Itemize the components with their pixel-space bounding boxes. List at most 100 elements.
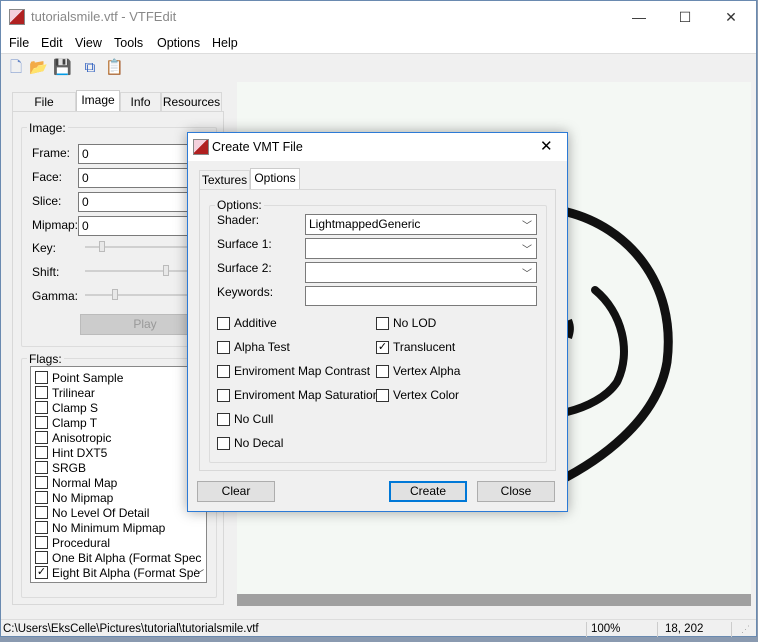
checkbox[interactable] <box>35 476 48 489</box>
tab-options[interactable]: Options <box>250 168 300 190</box>
clear-button[interactable]: Clear <box>197 481 275 502</box>
flag-label: Anisotropic <box>52 430 112 445</box>
flag-label: Eight Bit Alpha (Format Spe <box>52 565 201 580</box>
status-bar: C:\Users\EksCelle\Pictures\tutorial\tuto… <box>1 619 756 638</box>
close-dialog-button[interactable]: Close <box>477 481 555 502</box>
menu-edit[interactable]: Edit <box>41 36 63 50</box>
surface1-combobox[interactable]: ﹀ <box>305 238 537 259</box>
flag-no-level-of-detail[interactable]: No Level Of Detail <box>35 505 149 520</box>
checkbox[interactable] <box>217 316 230 330</box>
menu-view[interactable]: View <box>75 36 102 50</box>
flag-clamp-t[interactable]: Clamp T <box>35 415 97 430</box>
flag-no-mipmap[interactable]: No Mipmap <box>35 490 113 505</box>
checkbox[interactable] <box>35 416 48 429</box>
tab-file-system[interactable]: File System <box>12 92 76 127</box>
checkbox[interactable] <box>217 340 230 354</box>
checkbox[interactable] <box>35 536 48 549</box>
flag-procedural[interactable]: Procedural <box>35 535 110 550</box>
checkbox[interactable] <box>35 386 48 399</box>
option-enviroment-map-saturation[interactable]: Enviroment Map Saturation <box>217 388 379 402</box>
tab-info[interactable]: Info <box>120 92 161 112</box>
option-vertex-color[interactable]: Vertex Color <box>376 388 459 402</box>
checkbox[interactable]: ✓ <box>376 340 389 354</box>
resize-grip-icon[interactable]: ⋰ <box>741 624 750 635</box>
menu-options[interactable]: Options <box>157 36 200 50</box>
option-enviroment-map-contrast[interactable]: Enviroment Map Contrast <box>217 364 370 378</box>
tab-textures[interactable]: Textures <box>199 170 250 190</box>
flag-srgb[interactable]: SRGB <box>35 460 86 475</box>
checkbox[interactable] <box>35 506 48 519</box>
option-no-lod[interactable]: No LOD <box>376 316 436 330</box>
checkbox[interactable] <box>217 388 230 402</box>
option-label: No LOD <box>393 316 437 330</box>
option-no-decal[interactable]: No Decal <box>217 436 283 450</box>
option-alpha-test[interactable]: Alpha Test <box>217 340 290 354</box>
checkbox[interactable] <box>217 364 230 378</box>
checkbox[interactable] <box>217 412 230 426</box>
flag-trilinear[interactable]: Trilinear <box>35 385 95 400</box>
checkbox[interactable] <box>376 316 389 330</box>
flag-eight-bit-alpha-format-spe[interactable]: ✓ Eight Bit Alpha (Format Spe <box>35 565 200 580</box>
dialog-close-icon[interactable]: ✕ <box>540 137 553 155</box>
shader-label: Shader: <box>217 213 260 227</box>
flags-list[interactable]: Point Sample Trilinear Clamp S Clamp T Aniso… <box>30 366 207 583</box>
close-button[interactable]: ✕ <box>708 1 754 33</box>
open-folder-icon[interactable]: 📂 <box>29 59 48 77</box>
chevron-down-icon: ﹀ <box>522 245 532 256</box>
flag-label: Trilinear <box>52 385 95 400</box>
flag-point-sample[interactable]: Point Sample <box>35 370 123 385</box>
option-translucent[interactable]: ✓ Translucent <box>376 340 455 354</box>
checkbox[interactable] <box>35 371 48 384</box>
create-button[interactable]: Create <box>389 481 467 502</box>
option-no-cull[interactable]: No Cull <box>217 412 273 426</box>
flag-one-bit-alpha-format-spec[interactable]: One Bit Alpha (Format Spec <box>35 550 201 565</box>
menu-tools[interactable]: Tools <box>114 36 143 50</box>
option-label: Alpha Test <box>234 340 290 354</box>
keywords-input[interactable] <box>305 286 537 306</box>
shift-slider-thumb[interactable] <box>163 265 169 276</box>
checkbox[interactable]: ✓ <box>35 566 48 579</box>
option-label: Translucent <box>393 340 456 354</box>
flag-normal-map[interactable]: Normal Map <box>35 475 117 490</box>
option-vertex-alpha[interactable]: Vertex Alpha <box>376 364 460 378</box>
checkbox[interactable] <box>35 401 48 414</box>
scroll-down-icon[interactable]: ﹀ <box>195 567 204 580</box>
app-icon <box>9 9 25 25</box>
minimize-button[interactable]: — <box>616 1 662 33</box>
flags-group-title: Flags: <box>27 352 64 366</box>
mipmap-label: Mipmap: <box>32 218 79 232</box>
maximize-button[interactable]: ☐ <box>662 1 708 33</box>
checkbox[interactable] <box>376 364 389 378</box>
tab-resources[interactable]: Resources <box>161 92 222 112</box>
tab-image[interactable]: Image <box>76 90 120 112</box>
gamma-slider-thumb[interactable] <box>112 289 118 300</box>
key-slider-thumb[interactable] <box>99 241 105 252</box>
option-additive[interactable]: Additive <box>217 316 277 330</box>
flag-no-minimum-mipmap[interactable]: No Minimum Mipmap <box>35 520 165 535</box>
checkbox[interactable] <box>35 461 48 474</box>
flag-clamp-s[interactable]: Clamp S <box>35 400 98 415</box>
checkbox[interactable] <box>35 521 48 534</box>
save-icon[interactable]: 💾 <box>53 59 72 77</box>
title-bar: tutorialsmile.vtf - VTFEdit — ☐ ✕ <box>1 1 756 33</box>
checkbox[interactable] <box>35 491 48 504</box>
checkbox[interactable] <box>35 431 48 444</box>
checkbox[interactable] <box>35 551 48 564</box>
flag-hint-dxt5[interactable]: Hint DXT5 <box>35 445 107 460</box>
window-title: tutorialsmile.vtf - VTFEdit <box>31 9 177 24</box>
options-tab-panel: Options: Shader: LightmappedGeneric ﹀ Sur… <box>199 189 556 471</box>
option-label: No Decal <box>234 436 284 450</box>
checkbox[interactable] <box>35 446 48 459</box>
copy-icon[interactable]: ⧉ <box>81 59 99 77</box>
checkbox[interactable] <box>217 436 230 450</box>
paste-icon[interactable]: 📋 <box>105 59 124 77</box>
menu-file[interactable]: File <box>9 36 29 50</box>
flag-anisotropic[interactable]: Anisotropic <box>35 430 111 445</box>
gamma-label: Gamma: <box>32 289 79 303</box>
new-file-icon[interactable]: 🗋 <box>7 59 25 77</box>
shader-combobox[interactable]: LightmappedGeneric ﹀ <box>305 214 537 235</box>
surface2-combobox[interactable]: ﹀ <box>305 262 537 283</box>
menu-help[interactable]: Help <box>212 36 238 50</box>
slice-label: Slice: <box>32 194 62 208</box>
checkbox[interactable] <box>376 388 389 402</box>
